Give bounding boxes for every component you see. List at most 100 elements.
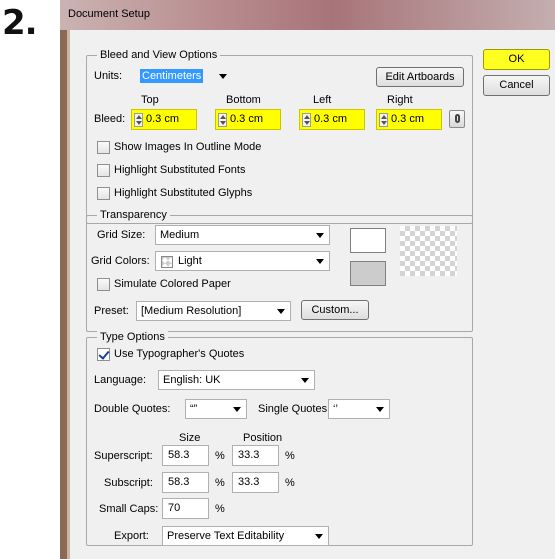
bleed-left-field[interactable]: 0.3 cm <box>299 109 365 130</box>
percent-label: % <box>215 477 225 489</box>
grid-colors-value: Light <box>178 255 202 267</box>
superscript-size-value: 58.3 <box>168 449 190 461</box>
units-value: Centimeters <box>140 69 204 83</box>
stepper-icon[interactable] <box>302 113 311 127</box>
stepper-icon[interactable] <box>134 113 143 127</box>
single-quotes-select[interactable]: ‘’ <box>328 399 390 419</box>
bleed-top-header: Top <box>141 94 159 106</box>
bleed-bottom-value: 0.3 cm <box>230 113 264 125</box>
superscript-size-field[interactable]: 58.3 <box>162 445 209 466</box>
chevron-down-icon <box>301 378 309 383</box>
cancel-button[interactable]: Cancel <box>483 75 550 96</box>
typographers-quotes-label: Use Typographer's Quotes <box>114 348 245 360</box>
stepper-icon[interactable] <box>218 113 227 127</box>
chevron-down-icon <box>277 309 285 314</box>
bleed-top-value: 0.3 cm <box>146 113 180 125</box>
bleed-bottom-field[interactable]: 0.3 cm <box>215 109 281 130</box>
subscript-size-value: 58.3 <box>168 476 190 488</box>
grid-color-swatch-dark[interactable] <box>350 261 386 286</box>
step-number: 2. <box>2 3 38 43</box>
chevron-down-icon <box>316 233 324 238</box>
highlight-fonts-label: Highlight Substituted Fonts <box>114 164 246 176</box>
superscript-label: Superscript: <box>94 450 153 462</box>
chevron-down-icon <box>376 407 384 412</box>
percent-label: % <box>285 477 295 489</box>
group-legend: Transparency <box>97 209 170 221</box>
document-setup-dialog: Document Setup Bleed and View Options Un… <box>60 0 555 559</box>
bleed-right-value: 0.3 cm <box>391 113 425 125</box>
bleed-bottom-header: Bottom <box>226 94 261 106</box>
position-header: Position <box>243 432 283 444</box>
chevron-down-icon <box>316 259 324 264</box>
title-bar[interactable]: Document Setup <box>60 0 555 30</box>
subscript-position-field[interactable]: 33.3 <box>232 472 279 493</box>
units-select[interactable]: Centimeters <box>138 67 235 87</box>
single-quotes-label: Single Quotes: <box>258 403 331 415</box>
highlight-glyphs-checkbox[interactable] <box>97 187 110 200</box>
preset-label: Preset: <box>94 305 129 317</box>
custom-button[interactable]: Custom... <box>301 300 369 320</box>
subscript-position-value: 33.3 <box>238 476 260 488</box>
bleed-label: Bleed: <box>94 113 126 125</box>
grid-size-value: Medium <box>160 229 200 241</box>
percent-label: % <box>215 450 225 462</box>
transparency-group: Transparency Grid Size: Medium Grid Colo… <box>86 209 473 332</box>
bleed-right-header: Right <box>387 94 413 106</box>
subscript-label: Subscript: <box>104 477 153 489</box>
link-bleed-icon[interactable] <box>449 110 465 128</box>
bleed-top-field[interactable]: 0.3 cm <box>131 109 197 130</box>
double-quotes-value: “” <box>190 403 198 415</box>
units-label: Units: <box>94 70 123 82</box>
export-label: Export: <box>114 530 149 542</box>
percent-label: % <box>215 503 225 515</box>
bleed-right-field[interactable]: 0.3 cm <box>376 109 442 130</box>
grid-colors-label: Grid Colors: <box>91 255 150 267</box>
grid-colors-select[interactable]: Light <box>155 251 330 271</box>
type-options-group: Type Options Use Typographer's Quotes La… <box>86 331 473 546</box>
preset-select[interactable]: [Medium Resolution] <box>136 301 291 321</box>
percent-label: % <box>285 450 295 462</box>
simulate-paper-checkbox[interactable] <box>97 278 110 291</box>
language-value: English: UK <box>163 374 221 386</box>
size-header: Size <box>179 432 201 444</box>
subscript-size-field[interactable]: 58.3 <box>162 472 209 493</box>
window-frame <box>60 30 67 559</box>
stepper-icon[interactable] <box>379 113 388 127</box>
export-select[interactable]: Preserve Text Editability <box>162 526 329 546</box>
show-images-outline-checkbox[interactable] <box>97 141 110 154</box>
dialog-content: Bleed and View Options Units: Centimeter… <box>70 30 555 559</box>
chevron-down-icon <box>233 407 241 412</box>
small-caps-label: Small Caps: <box>99 503 159 515</box>
group-legend: Type Options <box>97 331 168 343</box>
ok-button[interactable]: OK <box>483 49 550 70</box>
single-quotes-value: ‘’ <box>333 403 338 415</box>
double-quotes-label: Double Quotes: <box>94 403 171 415</box>
checker-icon <box>161 256 173 268</box>
grid-color-swatch-light[interactable] <box>350 228 386 253</box>
highlight-glyphs-label: Highlight Substituted Glyphs <box>114 187 253 199</box>
small-caps-field[interactable]: 70 <box>162 498 209 519</box>
typographers-quotes-checkbox[interactable] <box>97 348 110 361</box>
language-label: Language: <box>94 374 146 386</box>
preset-value: [Medium Resolution] <box>141 305 242 317</box>
window-title: Document Setup <box>68 8 150 20</box>
simulate-paper-label: Simulate Colored Paper <box>114 278 231 290</box>
grid-size-label: Grid Size: <box>97 229 146 241</box>
bleed-left-header: Left <box>313 94 332 106</box>
small-caps-value: 70 <box>168 502 181 514</box>
highlight-fonts-checkbox[interactable] <box>97 164 110 177</box>
bleed-left-value: 0.3 cm <box>314 113 348 125</box>
export-value: Preserve Text Editability <box>167 530 285 542</box>
chevron-down-icon <box>219 74 227 79</box>
show-images-outline-label: Show Images In Outline Mode <box>114 141 262 153</box>
bleed-view-group: Bleed and View Options Units: Centimeter… <box>86 49 473 224</box>
transparency-grid-preview <box>400 226 457 276</box>
superscript-position-value: 33.3 <box>238 449 260 461</box>
edit-artboards-button[interactable]: Edit Artboards <box>376 67 464 87</box>
group-legend: Bleed and View Options <box>97 49 221 61</box>
language-select[interactable]: English: UK <box>158 370 315 390</box>
double-quotes-select[interactable]: “” <box>185 399 247 419</box>
superscript-position-field[interactable]: 33.3 <box>232 445 279 466</box>
grid-size-select[interactable]: Medium <box>155 225 330 245</box>
chevron-down-icon <box>315 534 323 539</box>
